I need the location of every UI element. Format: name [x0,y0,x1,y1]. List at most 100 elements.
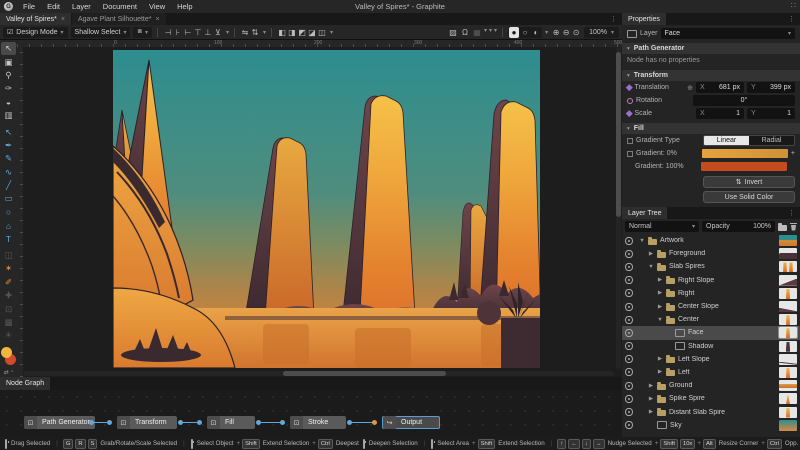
zoom-in-icon[interactable]: ⊕ [551,27,561,38]
layer-row[interactable]: ▶ Distant Slab Spire [622,405,800,418]
visibility-eye-icon[interactable] [625,249,633,258]
layer-name-field[interactable]: Face ▾ [660,28,795,39]
node-fill[interactable]: ⊡ Fill [207,416,255,429]
expand-arrow-icon[interactable]: ▶ [648,383,654,389]
node-graph-canvas[interactable]: ⊡ Path Generator ⊡ Transform ⊡ Fill ⊡ Stroke ↪ Ou… [0,390,622,437]
link-output-dot[interactable] [89,420,94,425]
link-output-dot[interactable] [178,420,183,425]
parameter-pip-icon[interactable] [627,150,633,157]
layer-row[interactable]: ▶ Foreground [622,247,800,260]
align-center-v-icon[interactable]: ⊥ [203,27,213,38]
view-mode-outline-icon[interactable]: ○ [520,27,530,38]
rectangle-tool[interactable]: ▭ [1,192,16,205]
node-stroke[interactable]: ⊡ Stroke [290,416,346,429]
canvas-artwork[interactable] [113,50,540,368]
scale-x-field[interactable]: X 1 [696,108,744,119]
expand-arrow-icon[interactable]: ▶ [657,356,663,362]
tab-properties[interactable]: Properties [622,13,666,25]
expand-arrow-icon[interactable]: ▼ [657,317,663,323]
section-fill[interactable]: ▾ Fill [622,123,800,134]
flip-vertical-icon[interactable]: ⇅ [250,27,260,38]
link-output-dot[interactable] [256,420,261,425]
chevron-down-icon[interactable]: ▾ [489,27,492,38]
visibility-eye-icon[interactable] [625,236,633,245]
select-tool[interactable]: ↖ [1,42,16,56]
visibility-eye-icon[interactable] [625,276,633,285]
artboard-tool[interactable]: ▣ [1,55,16,68]
zoom-reset-icon[interactable]: ⊙ [571,27,581,38]
chevron-down-icon[interactable]: ▾ [484,27,487,38]
boolean-union-icon[interactable]: ◧ [277,27,287,38]
canvas-viewport[interactable]: 0 100 200 300 400 500 [17,40,622,377]
boolean-difference-icon[interactable]: ◫ [317,27,327,38]
window-options-icon[interactable]: ∷ [791,1,796,10]
layer-row[interactable]: ▶ Spike Spire [622,392,800,405]
visibility-eye-icon[interactable] [625,315,633,324]
view-mode-pixels-icon[interactable]: ◐ [531,27,541,38]
expand-arrow-icon[interactable]: ▶ [657,290,663,296]
link-output-dot[interactable] [347,420,352,425]
menu-file[interactable]: File [17,0,41,13]
panel-options-icon[interactable]: ⋮ [783,13,800,25]
menu-layer[interactable]: Layer [66,0,97,13]
node-path-generator[interactable]: ⊡ Path Generator [24,416,95,429]
expand-arrow-icon[interactable]: ▶ [648,396,654,402]
zoom-out-icon[interactable]: ⊖ [561,27,571,38]
flip-horizontal-icon[interactable]: ⇋ [240,27,250,38]
align-right-icon[interactable]: ⊢ [183,27,193,38]
chevron-down-icon[interactable]: ▾ [494,27,497,38]
boolean-intersect-icon[interactable]: ◪ [307,27,317,38]
link-input-dot[interactable] [107,420,112,425]
visibility-eye-icon[interactable] [625,421,633,430]
grid-icon[interactable]: ▦ [472,27,482,38]
link-input-dot[interactable] [197,420,202,425]
layer-row[interactable]: ▶ Center Slope [622,300,800,313]
select-mode-dropdown[interactable]: Shallow Select ▾ [70,26,131,38]
delete-layer-icon[interactable] [790,222,797,231]
add-gradient-stop-button[interactable]: + [791,150,795,157]
node-output[interactable]: ↪ Output [382,416,440,429]
visibility-eye-icon[interactable] [625,262,633,271]
visibility-eye-icon[interactable] [625,302,633,311]
swap-colors-icon[interactable]: ⇄ [4,369,9,376]
expand-arrow-icon[interactable]: ▶ [657,369,663,375]
ellipse-tool[interactable]: ○ [1,206,16,219]
expand-arrow-icon[interactable]: ▶ [657,304,663,310]
gradient-type-linear-button[interactable]: Linear [704,136,749,145]
node-transform[interactable]: ⊡ Transform [117,416,177,429]
brush-tool[interactable]: ✐ [1,276,16,289]
panel-options-icon[interactable]: ⋮ [605,13,622,25]
gradient-stop-0-swatch[interactable] [701,149,788,158]
expand-arrow-icon[interactable]: ▼ [639,238,645,244]
visibility-eye-icon[interactable] [625,328,633,337]
align-top-icon[interactable]: ⊤ [193,27,203,38]
menu-view[interactable]: View [143,0,171,13]
tab-layer-tree[interactable]: Layer Tree [622,207,668,219]
parameter-pip-icon[interactable] [627,97,633,104]
vertical-scrollbar[interactable] [616,47,621,369]
document-tab[interactable]: Agave Plant Silhouette* × [71,13,166,25]
layer-row[interactable]: ▶ Ground [622,379,800,392]
layer-row[interactable]: Face [622,326,800,340]
invert-gradient-button[interactable]: ⇅ Invert [703,176,795,188]
overlays-icon[interactable]: ▨ [448,27,458,38]
panel-options-icon[interactable]: ⋮ [783,207,800,219]
navigate-tool[interactable]: ⚲ [1,69,16,82]
vertical-scrollbar-handle[interactable] [616,52,621,217]
parameter-pip-icon[interactable] [626,110,633,117]
chevron-down-icon[interactable]: ▾ [330,29,333,36]
link-input-dot[interactable] [372,420,377,425]
blend-mode-dropdown[interactable]: Normal ▾ [625,221,699,232]
link-input-dot[interactable] [280,420,285,425]
imaginate-tool[interactable]: ✶ [1,262,16,275]
section-path-generator[interactable]: ▾ Path Generator [622,43,800,54]
align-left-icon[interactable]: ⊣ [163,27,173,38]
primary-color-swatch[interactable] [1,346,12,358]
graphite-logo-icon[interactable]: G [4,2,13,11]
path-tool[interactable]: ↖ [1,125,16,138]
opacity-slider[interactable]: Opacity 100% [702,221,775,232]
tab-node-graph[interactable]: Node Graph [0,377,51,390]
line-tool[interactable]: ╱ [1,179,16,192]
new-folder-icon[interactable] [778,222,787,231]
layer-row[interactable]: ▶ Right Slope [622,274,800,287]
